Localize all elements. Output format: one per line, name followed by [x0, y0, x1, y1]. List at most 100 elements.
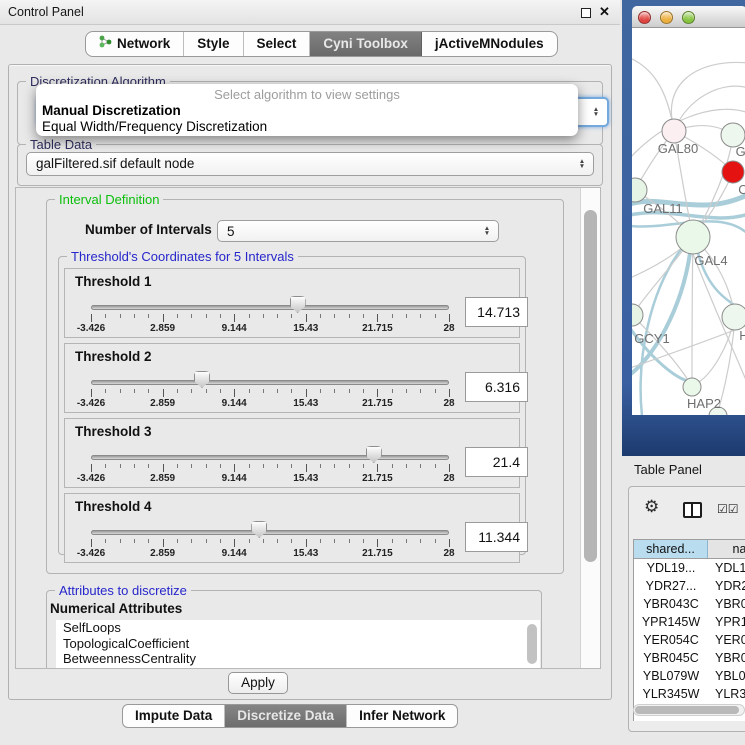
tick-mark [449, 314, 450, 322]
cell-name: YER0 [708, 631, 745, 649]
table-row[interactable]: YBR043CYBR0 [634, 595, 745, 613]
tick-label: -3.426 [61, 473, 121, 484]
dropdown-option[interactable]: Equal Width/Frequency Discretization [36, 119, 578, 135]
cell-shared-name: YER054C [634, 631, 708, 649]
numerical-attributes-list[interactable]: SelfLoopsTopologicalCoefficientBetweenne… [56, 620, 540, 668]
tab-discretize-data[interactable]: Discretize Data [225, 705, 347, 727]
slider-track[interactable] [91, 530, 449, 535]
threshold-value-field[interactable]: 21.4 [465, 447, 528, 477]
slider-thumb[interactable] [290, 296, 306, 313]
node[interactable] [676, 220, 710, 254]
tab-select[interactable]: Select [244, 32, 311, 56]
tick-mark [163, 539, 164, 547]
table-row[interactable]: YDR27...YDR2 [634, 577, 745, 595]
slider-track[interactable] [91, 455, 449, 460]
tick-mark [334, 539, 335, 543]
slider-tick-labels: -3.4262.8599.14415.4321.71528 [91, 398, 449, 409]
number-of-intervals-combobox[interactable]: 5 ▲▼ [217, 220, 499, 242]
tick-mark [263, 539, 264, 543]
close-icon[interactable]: ✕ [599, 4, 610, 20]
tick-mark [234, 539, 235, 547]
slider-track[interactable] [91, 380, 449, 385]
slider-thumb[interactable] [366, 446, 382, 463]
edge[interactable] [692, 237, 693, 387]
tick-label: 2.859 [133, 323, 193, 334]
vertical-scrollbar[interactable] [580, 188, 601, 668]
tab-infer-network[interactable]: Infer Network [347, 705, 457, 727]
network-canvas[interactable]: GAL80GACGAL11GAL4GCY1HHAP2 [632, 28, 745, 415]
apply-button[interactable]: Apply [228, 672, 288, 694]
tick-mark [120, 389, 121, 393]
horizontal-scrollbar[interactable] [633, 704, 745, 716]
tick-label: 9.144 [204, 473, 264, 484]
threshold-label: Threshold 4 [75, 499, 152, 514]
tab-jactivemnodules[interactable]: jActiveMNodules [422, 32, 557, 56]
gear-icon[interactable]: ⚙ [644, 497, 659, 517]
tick-mark [392, 539, 393, 543]
node[interactable] [632, 304, 643, 326]
network-graph: GAL80GACGAL11GAL4GCY1HHAP2 [632, 28, 745, 415]
zoom-traffic-light-icon[interactable] [682, 11, 695, 24]
list-item[interactable]: TopologicalCoefficient [56, 636, 540, 652]
panel-title: Control Panel [8, 5, 84, 19]
combo-stepper-icon[interactable]: ▲▼ [590, 99, 602, 125]
horizontal-scrollbar-thumb[interactable] [635, 706, 739, 714]
select-columns-checkboxes-icon[interactable]: ☑☑ [717, 502, 739, 516]
column-header[interactable]: na [708, 540, 745, 558]
node[interactable] [722, 161, 744, 183]
slider-thumb[interactable] [251, 521, 267, 538]
slider-tick-labels: -3.4262.8599.14415.4321.71528 [91, 323, 449, 334]
threshold-value-field[interactable]: 11.344 [465, 522, 528, 552]
combo-stepper-icon[interactable]: ▲▼ [481, 221, 493, 241]
tick-mark [220, 314, 221, 318]
table-row[interactable]: YBR045CYBR0 [634, 649, 745, 667]
list-item[interactable]: SelfLoops [56, 620, 540, 636]
table-row[interactable]: YLR345WYLR3 [634, 685, 745, 703]
slider-thumb[interactable] [194, 371, 210, 388]
table-row[interactable]: YPR145WYPR1 [634, 613, 745, 631]
list-item[interactable]: BetweennessCentrality [56, 651, 540, 667]
network-window-titlebar[interactable] [632, 6, 745, 28]
edge[interactable] [632, 58, 674, 131]
tick-mark [306, 314, 307, 322]
table-data-combobox[interactable]: galFiltered.sif default node ▲▼ [26, 152, 594, 176]
node[interactable] [662, 119, 686, 143]
node[interactable] [683, 378, 701, 396]
tick-label: 2.859 [133, 473, 193, 484]
combo-stepper-icon[interactable]: ▲▼ [576, 153, 588, 175]
tick-label: 21.715 [347, 323, 407, 334]
tab-style[interactable]: Style [184, 32, 243, 56]
threshold-value-field[interactable]: 6.316 [465, 372, 528, 402]
slider-track[interactable] [91, 305, 449, 310]
threshold-value-field[interactable]: 14.713 [465, 297, 528, 327]
minimize-traffic-light-icon[interactable] [660, 11, 673, 24]
settings-scroll-area: Interval Definition Number of Intervals … [15, 187, 601, 669]
edge[interactable] [671, 62, 745, 128]
tab-label: Style [197, 32, 229, 56]
tab-impute-data[interactable]: Impute Data [123, 705, 225, 727]
table-row[interactable]: YBL079WYBL0 [634, 667, 745, 685]
table-row[interactable]: YER054CYER0 [634, 631, 745, 649]
tick-mark [91, 464, 92, 472]
tab-cyni-toolbox[interactable]: Cyni Toolbox [310, 32, 422, 56]
tick-mark [91, 314, 92, 322]
columns-icon[interactable] [683, 502, 702, 518]
list-scrollbar-thumb[interactable] [527, 624, 537, 664]
column-header[interactable]: shared... [634, 540, 708, 558]
close-traffic-light-icon[interactable] [638, 11, 651, 24]
tick-label: 15.43 [276, 398, 336, 409]
cell-name: YPR1 [708, 613, 745, 631]
tab-network[interactable]: Network [86, 32, 184, 56]
tick-mark [206, 539, 207, 543]
table-data-group: Table Data galFiltered.sif default node … [17, 144, 603, 186]
tick-mark [363, 389, 364, 393]
edge[interactable] [632, 243, 687, 278]
attributes-group-title: Attributes to discretize [55, 583, 191, 598]
node[interactable] [722, 304, 745, 330]
node[interactable] [632, 178, 647, 202]
vertical-scrollbar-thumb[interactable] [584, 210, 597, 562]
table-row[interactable]: YDL19...YDL1 [634, 559, 745, 577]
dropdown-option[interactable]: Manual Discretization [36, 103, 578, 119]
tick-label: 15.43 [276, 323, 336, 334]
float-window-icon[interactable] [581, 8, 591, 18]
